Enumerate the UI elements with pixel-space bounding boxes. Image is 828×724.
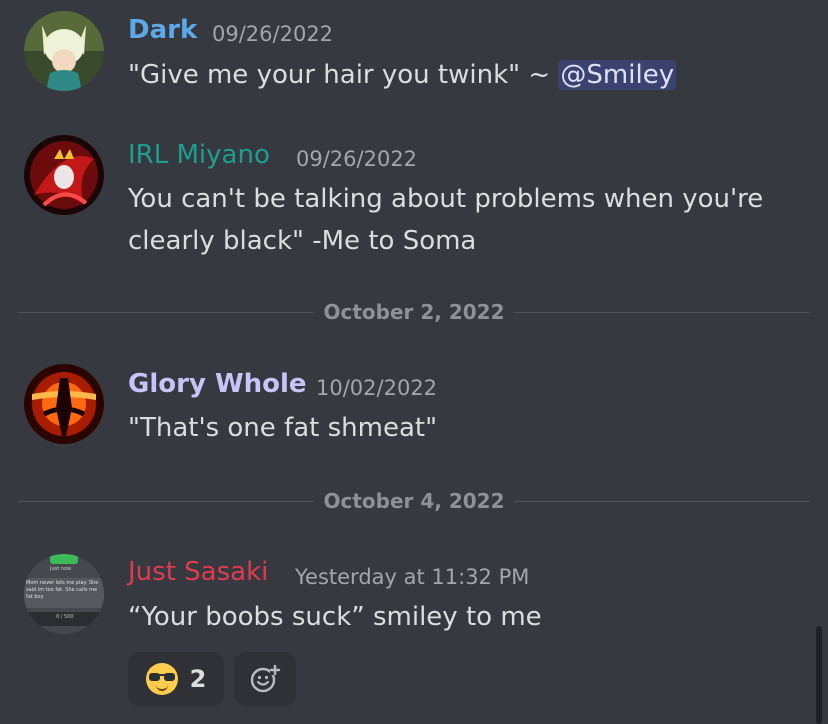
scrollbar[interactable]	[816, 626, 822, 724]
username[interactable]: Just Sasaki	[128, 557, 268, 587]
reaction-button[interactable]: 2	[128, 652, 224, 706]
sunglasses-emoji-icon	[145, 663, 178, 695]
avatar[interactable]: Just now Mom never lets me play. She sai…	[24, 554, 104, 634]
avatar-thumbnail-count: 0 / 500	[56, 614, 74, 620]
reaction-count: 2	[189, 665, 207, 693]
avatar-thumbnail-top: Just now	[50, 566, 72, 572]
message-text: “Your boobs suck” smiley to me	[128, 602, 542, 632]
emoji-smile	[155, 683, 168, 691]
add-reaction-icon	[250, 664, 281, 693]
avatar-thumbnail-text: Mom never lets me play. She said im too …	[26, 580, 99, 600]
add-reaction-button[interactable]	[234, 652, 296, 706]
timestamp: Yesterday at 11:32 PM	[295, 565, 530, 589]
sunglasses-shape	[148, 673, 175, 681]
message-just-sasaki: Just now Mom never lets me play. She sai…	[0, 0, 828, 724]
